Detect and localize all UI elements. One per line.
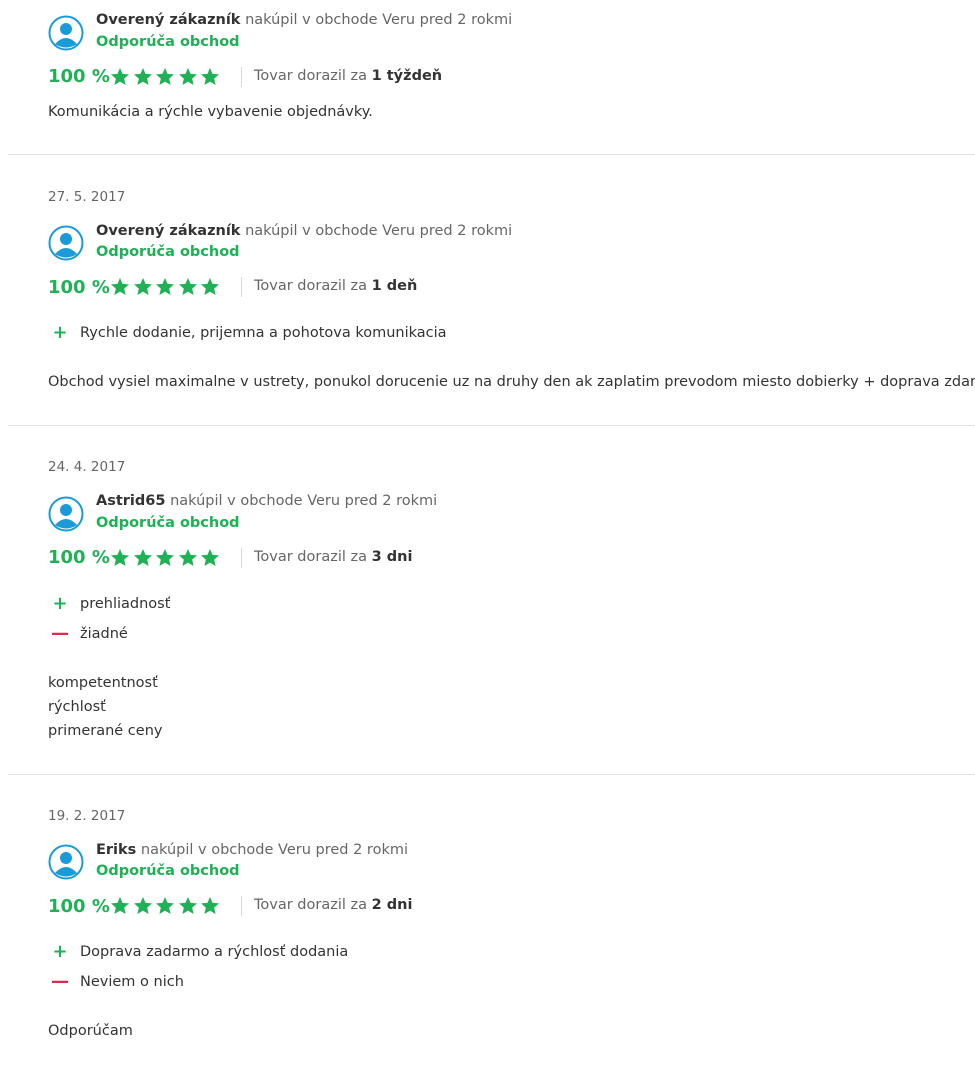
review-text: Odporúčam — [48, 1019, 133, 1043]
rating-percent: 100 % — [48, 896, 110, 917]
con-item: — žiadné — [48, 623, 128, 644]
recommend-label: Odporúča obchod — [96, 863, 240, 879]
review-header: Overený zákazník nakúpil v obchode Veru … — [96, 223, 512, 239]
delivery-time: Tovar dorazil za 2 dni — [254, 897, 412, 913]
minus-icon: — — [51, 971, 69, 992]
star-icon — [133, 68, 152, 85]
star-icon — [201, 68, 219, 85]
user-avatar-icon — [48, 225, 84, 261]
pro-item: + Rychle dodanie, prijemna a pohotova kom… — [48, 322, 447, 343]
star-icon — [156, 897, 174, 914]
delivery-value: 2 dni — [371, 897, 413, 913]
user-avatar-icon — [48, 15, 84, 51]
recommend-label: Odporúča obchod — [96, 515, 240, 531]
rating-percent: 100 % — [48, 277, 110, 298]
purchase-note: nakúpil v obchode Veru pred 2 rokmi — [140, 842, 408, 858]
star-icon — [111, 897, 129, 914]
delivery-time: Tovar dorazil za 3 dni — [254, 549, 412, 565]
recommend-label: Odporúča obchod — [96, 34, 240, 50]
delivery-prefix: Tovar dorazil za — [254, 549, 367, 565]
delivery-prefix: Tovar dorazil za — [254, 278, 367, 294]
plus-icon: + — [52, 322, 68, 343]
plus-icon: + — [52, 593, 68, 614]
divider — [241, 896, 242, 916]
star-icon — [133, 549, 152, 566]
star-icon — [201, 549, 219, 566]
review-header: Overený zákazník nakúpil v obchode Veru … — [96, 12, 512, 28]
review-date: 27. 5. 2017 — [48, 189, 126, 205]
star-rating — [110, 548, 220, 568]
star-icon — [156, 68, 174, 85]
divider — [241, 67, 242, 87]
star-icon — [201, 278, 219, 295]
review-divider — [8, 154, 975, 155]
star-rating — [110, 67, 220, 87]
author-name: Overený zákazník — [96, 223, 241, 239]
purchase-note: nakúpil v obchode Veru pred 2 rokmi — [170, 493, 438, 509]
rating-percent: 100 % — [48, 66, 110, 87]
review-text: Obchod vysiel maximalne v ustrety, ponuk… — [48, 370, 975, 394]
con-text: Neviem o nich — [80, 974, 184, 990]
review-text: Komunikácia a rýchle vybavenie objednávk… — [48, 100, 373, 124]
review-text-line: rýchlosť — [48, 699, 106, 715]
review-date: 19. 2. 2017 — [48, 808, 126, 824]
review-header: Astrid65 nakúpil v obchode Veru pred 2 r… — [96, 493, 437, 509]
delivery-value: 1 deň — [371, 278, 418, 294]
delivery-value: 1 týždeň — [371, 68, 443, 84]
author-name: Eriks — [96, 842, 137, 858]
star-rating — [110, 277, 220, 297]
user-avatar-icon — [48, 844, 84, 880]
pro-text: prehliadnosť — [80, 596, 171, 612]
star-icon — [178, 897, 197, 914]
author-name: Overený zákazník — [96, 12, 241, 28]
rating-percent: 100 % — [48, 547, 110, 568]
divider — [241, 277, 242, 297]
delivery-prefix: Tovar dorazil za — [254, 897, 367, 913]
purchase-note: nakúpil v obchode Veru pred 2 rokmi — [245, 12, 513, 28]
pro-item: + Doprava zadarmo a rýchlosť dodania — [48, 941, 349, 962]
review-header: Eriks nakúpil v obchode Veru pred 2 rokm… — [96, 842, 408, 858]
review-text-line: Odporúčam — [48, 1023, 133, 1039]
minus-icon: — — [51, 623, 69, 644]
star-icon — [178, 68, 197, 85]
star-icon — [178, 278, 197, 295]
star-icon — [201, 897, 219, 914]
review-text-line: primerané ceny — [48, 723, 163, 739]
pro-text: Rychle dodanie, prijemna a pohotova komu… — [80, 325, 447, 341]
review-text-line: Komunikácia a rýchle vybavenie objednávk… — [48, 104, 373, 120]
star-icon — [178, 549, 197, 566]
star-rating — [110, 896, 220, 916]
delivery-time: Tovar dorazil za 1 týždeň — [254, 68, 442, 84]
delivery-value: 3 dni — [371, 549, 413, 565]
star-icon — [111, 68, 129, 85]
con-item: — Neviem o nich — [48, 971, 184, 992]
review-text-line: kompetentnosť — [48, 675, 158, 691]
review-divider — [8, 774, 975, 775]
con-text: žiadné — [80, 626, 128, 642]
star-icon — [156, 549, 174, 566]
user-avatar-icon — [48, 496, 84, 532]
pro-text: Doprava zadarmo a rýchlosť dodania — [80, 944, 349, 960]
review-text: kompetentnosť rýchlosť primerané ceny — [48, 671, 162, 743]
star-icon — [133, 897, 152, 914]
recommend-label: Odporúča obchod — [96, 244, 240, 260]
star-icon — [133, 278, 152, 295]
review-text-line: Obchod vysiel maximalne v ustrety, ponuk… — [48, 374, 975, 390]
review-divider — [8, 425, 975, 426]
divider — [241, 548, 242, 568]
pro-item: + prehliadnosť — [48, 593, 171, 614]
star-icon — [156, 278, 174, 295]
star-icon — [111, 278, 129, 295]
review-date: 24. 4. 2017 — [48, 459, 126, 475]
delivery-prefix: Tovar dorazil za — [254, 68, 367, 84]
star-icon — [111, 549, 129, 566]
delivery-time: Tovar dorazil za 1 deň — [254, 278, 417, 294]
purchase-note: nakúpil v obchode Veru pred 2 rokmi — [245, 223, 513, 239]
author-name: Astrid65 — [96, 493, 166, 509]
plus-icon: + — [52, 941, 68, 962]
